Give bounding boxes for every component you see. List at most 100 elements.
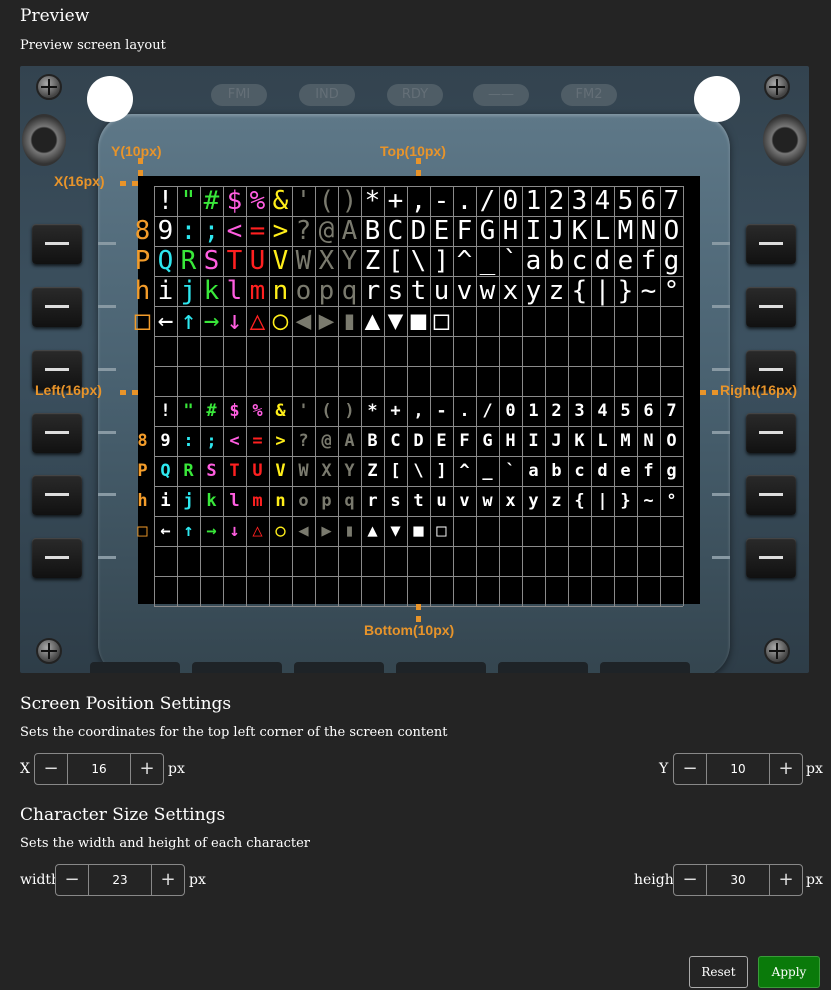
screen-character: ◀ (298, 521, 309, 541)
width-value-input[interactable]: 23 (88, 865, 152, 895)
screen-character: _ (482, 461, 493, 481)
y-increment-button[interactable]: + (770, 754, 802, 784)
screen-character: - (433, 186, 450, 216)
line-select-key-r4[interactable] (746, 413, 796, 453)
screen-character: 5 (620, 401, 631, 421)
screen-character: ↑ (180, 306, 197, 336)
screen-character: U (249, 246, 266, 276)
screen-character: + (390, 401, 401, 421)
apply-button[interactable]: Apply (758, 956, 820, 988)
screen-character: v (459, 491, 470, 511)
line-select-key-r5[interactable] (746, 475, 796, 515)
screen-character: B (367, 431, 378, 451)
screen-character: K (574, 431, 585, 451)
screen-character: t (413, 491, 424, 511)
screen-character: : (183, 431, 194, 451)
screen-character: ▲ (364, 306, 381, 336)
screen-character: " (180, 186, 197, 216)
screen-character: V (275, 461, 286, 481)
screen-character: x (502, 276, 519, 306)
line-select-key-r1[interactable] (746, 224, 796, 264)
screen-character: \ (410, 246, 427, 276)
screen-character: { (571, 276, 588, 306)
size-settings-title: Character Size Settings (20, 805, 226, 825)
screw-icon (36, 74, 62, 100)
screen-character: ] (436, 461, 447, 481)
screen-character: J (551, 431, 562, 451)
screen-character: . (456, 186, 473, 216)
screen-character: Z (367, 461, 378, 481)
screen-character: ' (295, 186, 312, 216)
screen-character: Y (341, 246, 358, 276)
screen-character: [ (390, 461, 401, 481)
screen-character: n (272, 276, 289, 306)
height-increment-button[interactable]: + (770, 865, 802, 895)
screen-character: J (548, 216, 565, 246)
x-stepper: − 16 + (34, 753, 164, 785)
screen-character: ○ (272, 306, 289, 336)
screen-character: T (229, 461, 240, 481)
width-decrement-button[interactable]: − (56, 865, 88, 895)
screen-character: R (183, 461, 194, 481)
line-select-key-l4[interactable] (32, 413, 82, 453)
line-select-key-l5[interactable] (32, 475, 82, 515)
y-value-input[interactable]: 10 (706, 754, 770, 784)
screen-character: M (620, 431, 631, 451)
indicator-fmi: FMI (211, 84, 267, 106)
screen-character: Z (364, 246, 381, 276)
screen-character: ^ (459, 461, 470, 481)
line-select-key-l2[interactable] (32, 287, 82, 327)
reset-button[interactable]: Reset (689, 956, 748, 988)
screen-character: ! (160, 401, 171, 421)
height-decrement-button[interactable]: − (674, 865, 706, 895)
screen-character: 3 (574, 401, 585, 421)
screen-character: C (390, 431, 401, 451)
screen-character: 2 (551, 401, 562, 421)
screen-character: 5 (617, 186, 634, 216)
indicator-rdy: RDY (387, 84, 443, 106)
screen-character: z (551, 491, 562, 511)
brightness-light-icon (87, 76, 133, 122)
screen-character: G (479, 216, 496, 246)
screen-character: X (318, 246, 335, 276)
width-increment-button[interactable]: + (152, 865, 184, 895)
line-select-key-r6[interactable] (746, 538, 796, 578)
height-stepper: − 30 + (673, 864, 803, 896)
screen-character: a (525, 246, 542, 276)
screen-character: G (482, 431, 493, 451)
x-increment-button[interactable]: + (131, 754, 163, 784)
screen-character: ( (321, 401, 332, 421)
screen-character: ▲ (367, 521, 378, 541)
screen-character: < (226, 216, 243, 246)
screen-character: V (272, 246, 289, 276)
screen-character: z (548, 276, 565, 306)
line-select-key-r2[interactable] (746, 287, 796, 327)
screen-character: = (252, 431, 263, 451)
screen-character: t (410, 276, 427, 306)
screen-character: ■ (413, 521, 424, 541)
y-decrement-button[interactable]: − (674, 754, 706, 784)
screen-character: h (137, 491, 148, 511)
height-value-input[interactable]: 30 (706, 865, 770, 895)
display-screen: ! " # $% & '() * +, -./0 1 2 3 4 5 6 7 8 9:; < = >? @ A B C D E F G H… (135, 176, 700, 607)
line-select-key-l6[interactable] (32, 538, 82, 578)
screen-character: | (594, 276, 611, 306)
screen-character: → (203, 306, 220, 336)
screen-character: □ (137, 521, 148, 541)
screen-character: # (206, 401, 217, 421)
screen-character: T (226, 246, 243, 276)
screen-character: / (479, 186, 496, 216)
screen-character: ; (206, 431, 217, 451)
x-value-input[interactable]: 16 (67, 754, 131, 784)
screen-character: & (272, 186, 289, 216)
size-settings-description: Sets the width and height of each charac… (20, 836, 311, 851)
screen-character: g (666, 461, 677, 481)
screen-character: o (298, 491, 309, 511)
x-decrement-button[interactable]: − (35, 754, 67, 784)
screen-character: 6 (640, 186, 657, 216)
screen-character: N (640, 216, 657, 246)
screen-character: b (551, 461, 562, 481)
screen-character: 8 (134, 216, 151, 246)
line-select-key-l1[interactable] (32, 224, 82, 264)
screen-character: E (433, 216, 450, 246)
